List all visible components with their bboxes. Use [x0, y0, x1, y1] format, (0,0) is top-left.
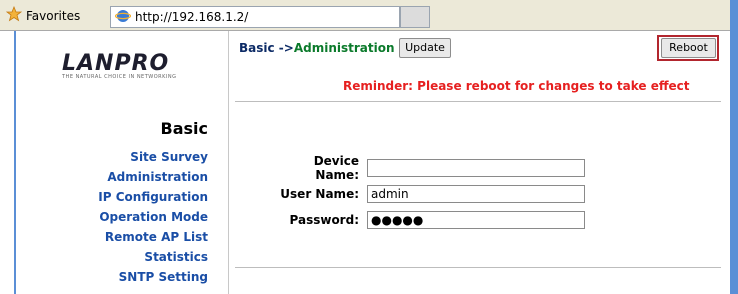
favorites-label: Favorites [26, 8, 81, 23]
sidebar-item-operation-mode[interactable]: Operation Mode [98, 207, 208, 227]
star-icon [5, 5, 23, 25]
sidebar-item-statistics[interactable]: Statistics [98, 247, 208, 267]
sidebar-item-ip-configuration[interactable]: IP Configuration [98, 187, 208, 207]
sidebar-item-sntp-setting[interactable]: SNTP Setting [98, 267, 208, 287]
password-label: Password: [289, 213, 360, 227]
breadcrumb: Basic ->Administration [239, 41, 395, 55]
new-tab-button[interactable] [400, 6, 430, 28]
logo-text: LANPRO [62, 51, 170, 76]
logo-tagline: THE NATURAL CHOICE IN NETWORKING [62, 74, 177, 80]
update-button[interactable]: Update [399, 38, 451, 58]
main-panel: Basic ->Administration Update Reboot Rem… [229, 31, 732, 294]
sidebar-menu: Site Survey Administration IP Configurat… [98, 147, 208, 287]
ie-page-icon [114, 8, 132, 27]
browser-toolbar: Favorites http://192.168.1.2/ [0, 0, 730, 31]
favorites-button[interactable]: Favorites [5, 5, 81, 25]
sidebar-title: Basic [160, 119, 208, 138]
reminder-text: Reminder: Please reboot for changes to t… [343, 79, 690, 93]
sidebar-item-remote-ap-list[interactable]: Remote AP List [98, 227, 208, 247]
device-name-row: Device Name: [269, 154, 585, 182]
browser-tab[interactable]: http://192.168.1.2/ [110, 6, 400, 28]
sidebar-item-administration[interactable]: Administration [98, 167, 208, 187]
divider-bottom [235, 267, 721, 268]
sidebar-item-site-survey[interactable]: Site Survey [98, 147, 208, 167]
divider-top [235, 101, 721, 102]
password-input[interactable]: ●●●●● [367, 211, 585, 229]
user-name-label: User Name: [280, 187, 359, 201]
reboot-button[interactable]: Reboot [661, 38, 716, 58]
router-page: LANPRO THE NATURAL CHOICE IN NETWORKING … [14, 31, 730, 294]
admin-form: Device Name: User Name: admin Password: … [269, 154, 585, 233]
breadcrumb-prefix: Basic -> [239, 41, 294, 55]
user-name-row: User Name: admin [269, 181, 585, 207]
device-name-input[interactable] [367, 159, 585, 177]
tab-url: http://192.168.1.2/ [135, 10, 249, 24]
breadcrumb-current: Administration [293, 41, 395, 55]
user-name-input[interactable]: admin [367, 185, 585, 203]
browser-window: Favorites http://192.168.1.2/ LANPRO THE… [0, 0, 738, 294]
lanpro-logo: LANPRO THE NATURAL CHOICE IN NETWORKING [62, 51, 202, 91]
sidebar: LANPRO THE NATURAL CHOICE IN NETWORKING … [16, 31, 228, 294]
password-row: Password: ●●●●● [269, 207, 585, 233]
device-name-label: Device Name: [313, 154, 359, 182]
